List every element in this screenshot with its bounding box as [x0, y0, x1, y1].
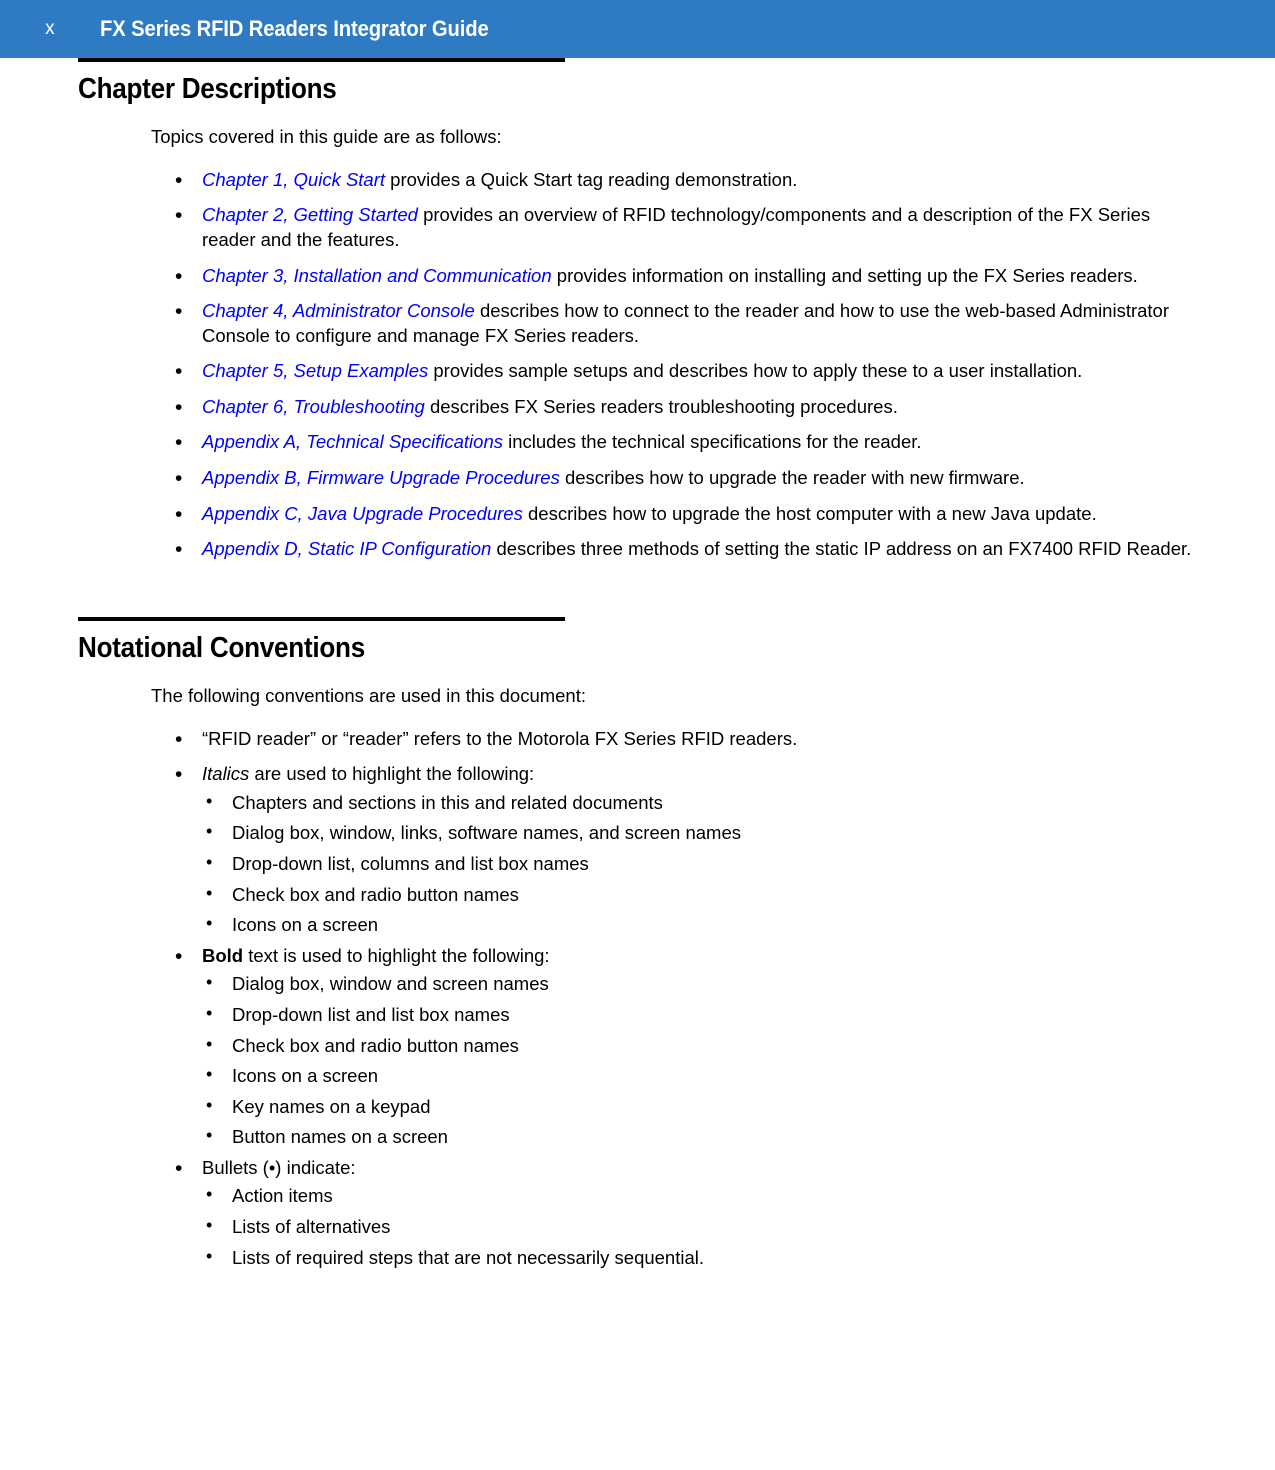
list-item: “RFID reader” or “reader” refers to the … — [0, 726, 1275, 753]
list-item-text: provides sample setups and describes how… — [428, 360, 1083, 382]
list-item: Chapter 5, Setup Examples provides sampl… — [0, 358, 1275, 385]
cross-reference-link[interactable]: Chapter 1, Quick Start — [202, 169, 385, 190]
sub-list-item: Icons on a screen — [202, 912, 1200, 938]
list-item-text: Bullets (•) indicate: — [202, 1156, 356, 1178]
section-rule — [78, 58, 565, 62]
page-number: x — [45, 18, 55, 39]
list-item: Appendix D, Static IP Configuration desc… — [0, 536, 1275, 563]
list-item: Italics are used to highlight the follow… — [0, 761, 1275, 938]
list-item: Bullets (•) indicate: Action items Lists o… — [0, 1155, 1275, 1271]
sub-list-item: Drop-down list and list box names — [202, 1002, 1200, 1028]
cross-reference-link[interactable]: Appendix D, Static IP Configuration — [202, 538, 491, 559]
sub-list-item: Action items — [202, 1183, 1200, 1209]
list-item-text: provides information on installing and s… — [551, 264, 1138, 286]
sub-list: Chapters and sections in this and relate… — [202, 790, 1200, 938]
sub-list-item: Dialog box, window, links, software name… — [202, 820, 1200, 846]
list-item-text: “RFID reader” or “reader” refers to the … — [202, 727, 798, 749]
chapter-description-list: Chapter 1, Quick Start provides a Quick … — [0, 167, 1275, 564]
emphasized-term: Bold — [202, 944, 244, 966]
list-item: Chapter 6, Troubleshooting describes FX … — [0, 394, 1275, 421]
notational-conventions-list: “RFID reader” or “reader” refers to the … — [0, 726, 1275, 1271]
running-header: x FX Series RFID Readers Integrator Guid… — [0, 0, 1275, 58]
cross-reference-link[interactable]: Chapter 5, Setup Examples — [202, 360, 428, 381]
page-content: Chapter Descriptions Topics covered in t… — [0, 58, 1275, 1276]
section-notational-conventions: Notational Conventions The following con… — [0, 616, 1275, 1271]
sub-list-item: Lists of required steps that are not nec… — [202, 1245, 1200, 1271]
sub-list-item: Check box and radio button names — [202, 1033, 1200, 1059]
sub-list-item: Icons on a screen — [202, 1063, 1200, 1089]
list-item: Appendix A, Technical Specifications inc… — [0, 429, 1275, 456]
section-heading-notational-conventions: Notational Conventions — [78, 631, 365, 664]
sub-list-item: Lists of alternatives — [202, 1214, 1200, 1240]
sub-list-item: Key names on a keypad — [202, 1094, 1200, 1120]
list-item-text: describes how to upgrade the reader with… — [559, 467, 1025, 489]
cross-reference-link[interactable]: Chapter 2, Getting Started — [202, 204, 418, 225]
list-item: Chapter 3, Installation and Communicatio… — [0, 263, 1275, 290]
list-item: Bold text is used to highlight the follo… — [0, 943, 1275, 1150]
sub-list-item: Check box and radio button names — [202, 882, 1200, 908]
section-heading-chapter-descriptions: Chapter Descriptions — [78, 73, 337, 105]
section-rule — [78, 616, 565, 621]
cross-reference-link[interactable]: Chapter 6, Troubleshooting — [202, 396, 425, 417]
list-item-text: provides a Quick Start tag reading demon… — [385, 168, 798, 190]
cross-reference-link[interactable]: Chapter 4, Administrator Console — [202, 300, 475, 321]
cross-reference-link[interactable]: Chapter 3, Installation and Communicatio… — [202, 265, 552, 286]
cross-reference-link[interactable]: Appendix C, Java Upgrade Procedures — [202, 503, 523, 524]
sub-list-item: Drop-down list, columns and list box nam… — [202, 851, 1200, 877]
document-title: FX Series RFID Readers Integrator Guide — [100, 16, 489, 41]
list-item: Appendix B, Firmware Upgrade Procedures … — [0, 465, 1275, 492]
list-item-text: includes the technical specifications fo… — [502, 431, 922, 453]
sub-list-item: Button names on a screen — [202, 1124, 1200, 1150]
section-intro-text: The following conventions are used in th… — [151, 685, 587, 707]
list-item: Chapter 2, Getting Started provides an o… — [0, 202, 1275, 252]
section-chapter-descriptions: Chapter Descriptions Topics covered in t… — [0, 58, 1275, 564]
list-item-text: text is used to highlight the following: — [243, 944, 550, 966]
list-item-text: describes FX Series readers troubleshoot… — [424, 395, 898, 417]
sub-list-item: Dialog box, window and screen names — [202, 971, 1200, 997]
list-item-text: describes how to upgrade the host comput… — [522, 502, 1097, 524]
sub-list: Action items Lists of alternatives Lists o… — [202, 1183, 1200, 1271]
sub-list: Dialog box, window and screen names Drop-… — [202, 971, 1200, 1150]
list-item: Appendix C, Java Upgrade Procedures desc… — [0, 501, 1275, 528]
section-intro-text: Topics covered in this guide are as foll… — [151, 126, 502, 148]
cross-reference-link[interactable]: Appendix A, Technical Specifications — [202, 431, 503, 452]
list-item-text: are used to highlight the following: — [249, 763, 535, 785]
sub-list-item: Chapters and sections in this and relate… — [202, 790, 1200, 816]
list-item-text: describes three methods of setting the s… — [491, 538, 1192, 560]
cross-reference-link[interactable]: Appendix B, Firmware Upgrade Procedures — [202, 467, 560, 488]
list-item: Chapter 1, Quick Start provides a Quick … — [0, 167, 1275, 194]
list-item: Chapter 4, Administrator Console describ… — [0, 298, 1275, 348]
emphasized-term: Italics — [202, 763, 250, 785]
